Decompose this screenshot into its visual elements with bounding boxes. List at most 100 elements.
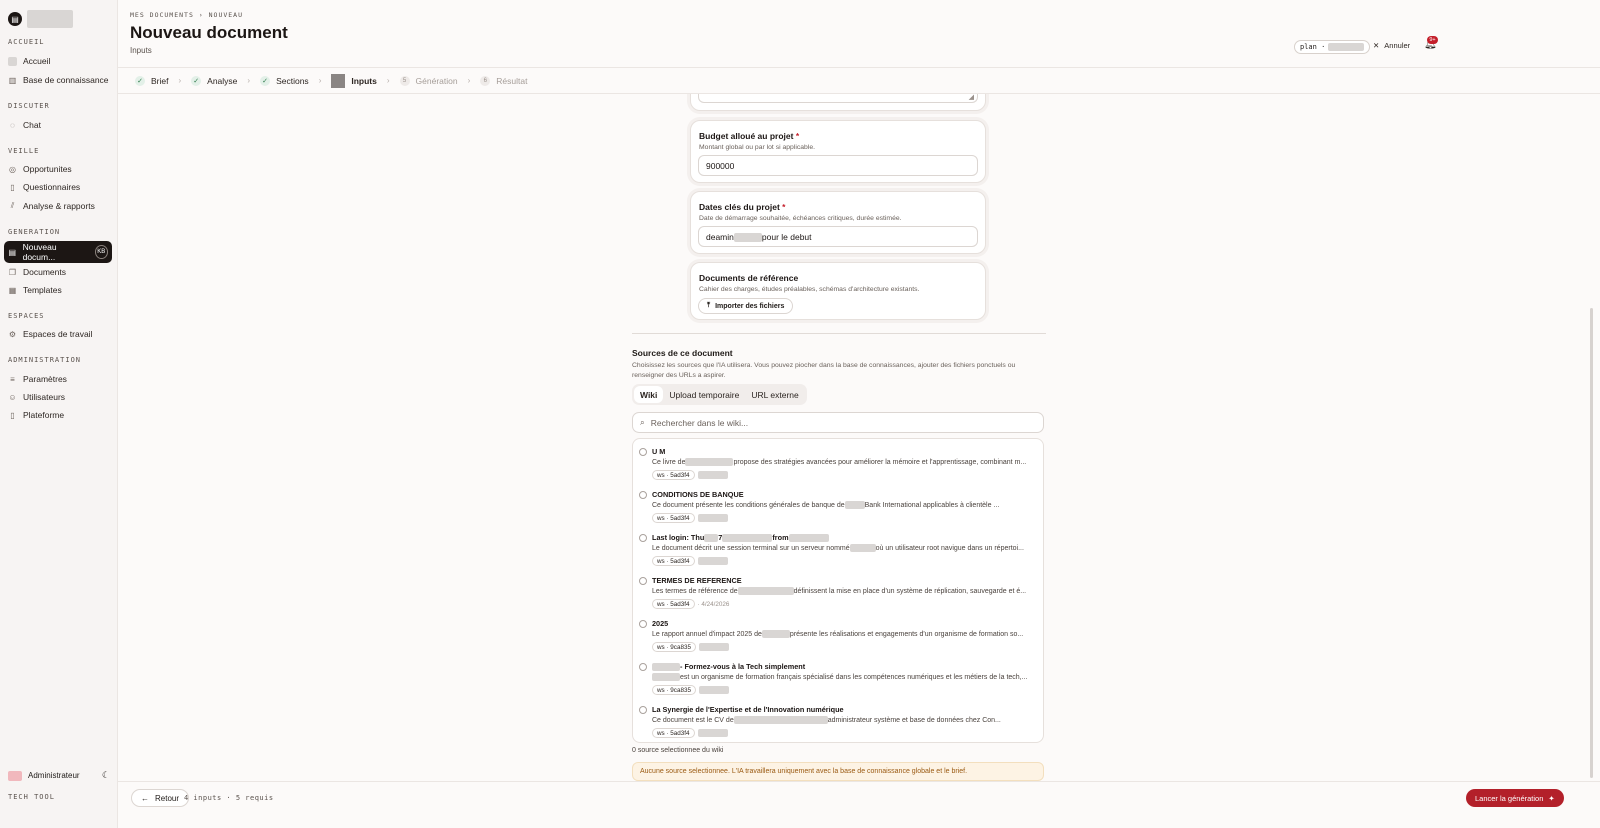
workspace-tag: ws · 5ad3f4 bbox=[652, 470, 695, 480]
step-label: Analyse bbox=[207, 75, 238, 86]
chevron-right-icon: › bbox=[467, 76, 471, 85]
check-icon: ✓ bbox=[135, 75, 145, 86]
list-item[interactable]: - Formez-vous à la Tech simplement est u… bbox=[639, 657, 1039, 700]
chart-icon: ⫽ bbox=[10, 201, 15, 210]
step-label: Génération bbox=[415, 75, 458, 86]
no-source-warning: Aucune source selectionnee. L'IA travail… bbox=[632, 762, 1044, 781]
sidebar-item-label: Analyse & rapports bbox=[23, 201, 95, 211]
budget-input[interactable]: 900000 bbox=[698, 155, 978, 176]
user-name: Administrateur bbox=[28, 771, 80, 780]
brand[interactable]: ▤ bbox=[8, 10, 73, 28]
chevron-right-icon: › bbox=[386, 76, 390, 85]
workspace-icon: ⚙ bbox=[8, 329, 17, 339]
section-label-espaces: ESPACES bbox=[8, 312, 45, 320]
sidebar-item-templates[interactable]: ▦ Templates bbox=[4, 280, 112, 300]
cancel-button[interactable]: ✕ Annuler bbox=[1373, 41, 1410, 50]
select-radio[interactable] bbox=[639, 663, 647, 671]
field-description: Cahier des charges, études préalables, s… bbox=[699, 286, 920, 293]
check-icon: ✓ bbox=[191, 75, 202, 86]
step-label: Inputs bbox=[351, 75, 377, 86]
sidebar-item-accueil[interactable]: Accueil bbox=[4, 51, 112, 71]
sidebar-item-documents[interactable]: ❐ Documents bbox=[4, 262, 112, 282]
sidebar-item-opportunites[interactable]: ◎ Opportunites bbox=[4, 159, 112, 179]
page-header: MES DOCUMENTS › NOUVEAU Nouveau document… bbox=[118, 0, 1600, 68]
sidebar: ▤ ACCUEIL Accueil ▥ Base de connaissance… bbox=[0, 0, 118, 828]
workspace-tag: ws · 9ca835 bbox=[652, 685, 696, 695]
avatar bbox=[8, 770, 22, 781]
document-icon: ▤ bbox=[8, 12, 22, 26]
resize-handle-icon[interactable]: ◢ bbox=[969, 94, 974, 101]
launch-generation-button[interactable]: Lancer la génération ✦ bbox=[1466, 789, 1564, 807]
sidebar-item-espaces-de-travail[interactable]: ⚙ Espaces de travail bbox=[4, 324, 112, 344]
item-date: · 4/24/2026 bbox=[697, 600, 730, 608]
selection-count: 0 source selectionnee du wiki bbox=[632, 747, 724, 754]
sources-title: Sources de ce document bbox=[632, 348, 733, 358]
select-radio[interactable] bbox=[639, 620, 647, 628]
sidebar-item-label: Paramètres bbox=[23, 374, 67, 384]
brand-name-redacted bbox=[27, 10, 73, 28]
select-radio[interactable] bbox=[639, 706, 647, 714]
workspace-tag: ws · 5ad3f4 bbox=[652, 556, 695, 566]
step-sections[interactable]: ✓ Sections bbox=[260, 75, 309, 86]
select-radio[interactable] bbox=[639, 577, 647, 585]
workspace-tag: ws · 5ad3f4 bbox=[652, 513, 695, 523]
dates-input[interactable]: deamin pour le debut bbox=[698, 226, 978, 247]
moon-icon[interactable]: ☾ bbox=[102, 770, 110, 781]
sidebar-item-questionnaires[interactable]: ▯ Questionnaires bbox=[4, 177, 112, 197]
template-icon: ▦ bbox=[8, 285, 17, 295]
list-item[interactable]: La Synergie de l'Expertise et de l'Innov… bbox=[639, 700, 1039, 743]
page-title: Nouveau document bbox=[130, 23, 288, 42]
sidebar-item-label: Documents bbox=[23, 267, 66, 277]
notification-badge: 9+ bbox=[1427, 36, 1438, 44]
scrollbar[interactable] bbox=[1590, 308, 1593, 778]
list-item[interactable]: CONDITIONS DE BANQUE Ce document présent… bbox=[639, 485, 1039, 528]
doc-icon: ▯ bbox=[10, 182, 15, 192]
sidebar-item-label: Templates bbox=[23, 285, 62, 295]
sidebar-item-analyse-rapports[interactable]: ⫽ Analyse & rapports bbox=[4, 196, 112, 216]
list-item[interactable]: Last login: Thu 7 from Le document décrit … bbox=[639, 528, 1039, 571]
sidebar-item-utilisateurs[interactable]: ☺ Utilisateurs bbox=[4, 387, 112, 407]
field-description: Date de démarrage souhaitée, échéances c… bbox=[699, 215, 902, 222]
close-icon: ✕ bbox=[1373, 41, 1380, 50]
list-item[interactable]: U M Ce livre de propose des stratégies av… bbox=[639, 442, 1039, 485]
sidebar-item-label: Nouveau docum... bbox=[22, 242, 57, 262]
select-radio[interactable] bbox=[639, 491, 647, 499]
select-radio[interactable] bbox=[639, 534, 647, 542]
step-label: Résultat bbox=[496, 75, 528, 86]
list-item[interactable]: 2025 Le rapport annuel d'impact 2025 de p… bbox=[639, 614, 1039, 657]
section-label-veille: VEILLE bbox=[8, 147, 40, 155]
previous-textarea[interactable]: ◢ bbox=[698, 94, 978, 103]
sidebar-item-chat[interactable]: ◌ Chat bbox=[4, 115, 112, 135]
back-button[interactable]: ← Retour bbox=[131, 789, 190, 807]
list-item[interactable]: TERMES DE REFERENCE Les termes de référe… bbox=[639, 571, 1039, 614]
doc-icon: ▤ bbox=[8, 247, 17, 257]
wiki-search-input[interactable]: ⌕ Rechercher dans le wiki... bbox=[632, 412, 1044, 433]
tab-url-externe[interactable]: URL externe bbox=[745, 386, 804, 403]
breadcrumb[interactable]: MES DOCUMENTS › NOUVEAU bbox=[130, 11, 243, 19]
plan-label: plan · bbox=[1300, 43, 1326, 51]
sidebar-item-base-de-connaissance[interactable]: ▥ Base de connaissance bbox=[4, 70, 112, 90]
sidebar-item-label: Chat bbox=[23, 120, 41, 130]
step-inputs[interactable]: Inputs bbox=[331, 73, 377, 88]
step-generation: 5 Génération bbox=[399, 75, 458, 86]
stepper: ✓ Brief › ✓ Analyse › ✓ Sections › Input… bbox=[118, 68, 1600, 94]
step-brief[interactable]: ✓ Brief bbox=[135, 75, 168, 86]
sidebar-item-nouveau-document[interactable]: ▤ Nouveau docum... KB bbox=[4, 241, 112, 263]
tab-wiki[interactable]: Wiki bbox=[634, 386, 664, 403]
page-subtitle: Inputs bbox=[130, 46, 152, 55]
sidebar-item-plateforme[interactable]: ▯ Plateforme bbox=[4, 405, 112, 425]
current-step-icon bbox=[331, 73, 346, 88]
workspace-tag: ws · 5ad3f4 bbox=[652, 728, 695, 738]
step-analyse[interactable]: ✓ Analyse bbox=[191, 75, 238, 86]
import-files-button[interactable]: ⤒ Importer des fichiers bbox=[698, 298, 794, 314]
bottom-bar: ← Retour 4 inputs · 5 requis Lancer la g… bbox=[118, 781, 1600, 828]
main-content: ◢ Budget alloué au projet * Montant glob… bbox=[118, 94, 1593, 781]
sidebar-item-label: Utilisateurs bbox=[23, 392, 66, 402]
sidebar-item-label: Accueil bbox=[23, 56, 51, 66]
tab-upload-temporaire[interactable]: Upload temporaire bbox=[663, 386, 745, 403]
select-radio[interactable] bbox=[639, 448, 647, 456]
sidebar-item-label: Questionnaires bbox=[23, 182, 81, 192]
user-menu[interactable]: Administrateur ☾ bbox=[8, 770, 110, 781]
inputs-status: 4 inputs · 5 requis bbox=[184, 794, 274, 802]
sidebar-item-parametres[interactable]: ≡ Paramètres bbox=[4, 369, 112, 389]
